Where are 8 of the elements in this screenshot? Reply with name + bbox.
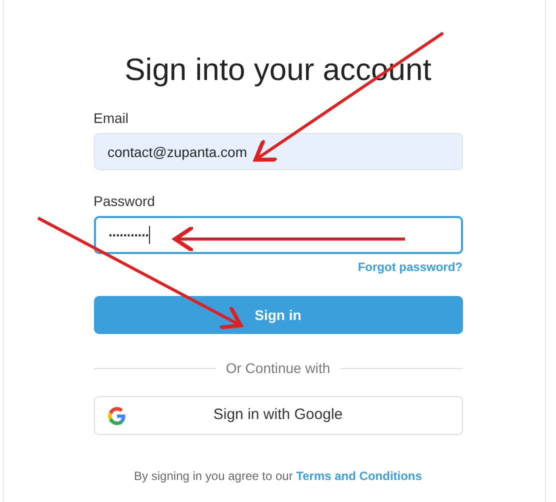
email-label: Email (94, 109, 130, 128)
google-sign-in-button[interactable]: Sign in with Google (94, 396, 462, 435)
password-field[interactable]: ··········· (94, 216, 462, 254)
password-label: Password (94, 192, 156, 211)
terms-notice: By signing in you agree to our Terms and Conditions (133, 468, 423, 485)
email-field[interactable]: contact@zupanta.com (94, 133, 462, 170)
divider-text: Or Continue with (226, 359, 330, 378)
google-g-icon (108, 407, 126, 425)
